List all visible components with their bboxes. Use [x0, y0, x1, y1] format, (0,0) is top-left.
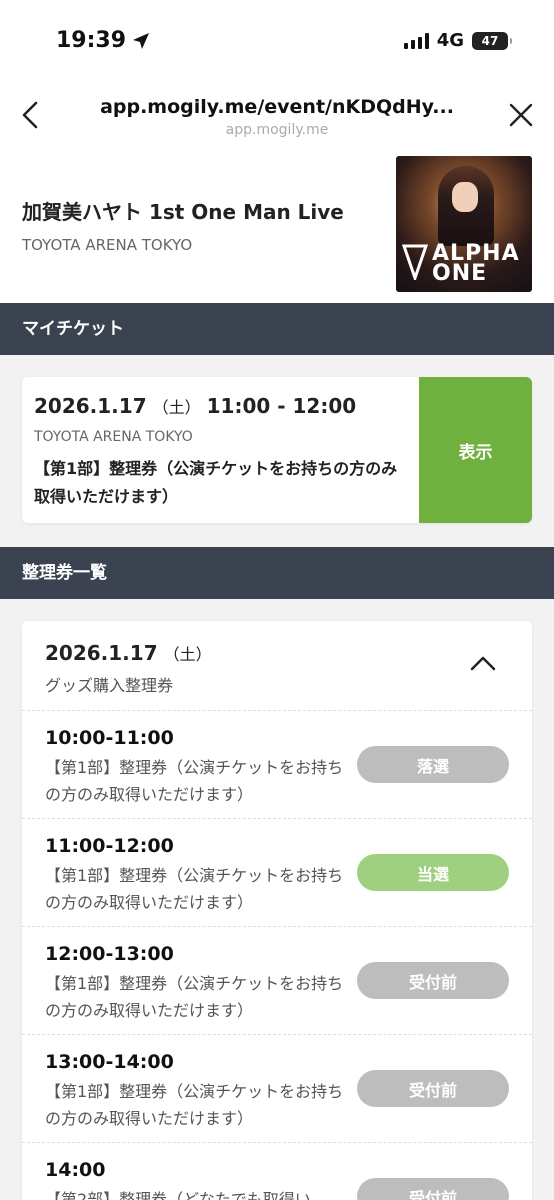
list-date-text: 2026.1.17: [45, 641, 158, 665]
status-badge: 受付前: [357, 1178, 509, 1200]
list-item[interactable]: 14:00 【第2部】整理券（どなたでも取得い 受付前: [22, 1143, 532, 1200]
battery-level: 47: [481, 33, 499, 48]
list-date: 2026.1.17 （土）: [45, 641, 212, 665]
ticket-venue: TOYOTA ARENA TOKYO: [34, 429, 193, 445]
status-indicators: 4G 47: [403, 30, 512, 51]
slot-time: 13:00-14:00: [45, 1051, 174, 1073]
browser-nav-bar: app.mogily.me/event/nKDQdHy... app.mogil…: [0, 78, 554, 150]
my-ticket-section-header: マイチケット: [0, 303, 554, 355]
host-text: app.mogily.me: [225, 122, 329, 138]
slot-description: 【第1部】整理券（公演チケットをお持ちの方のみ取得いただけます）: [45, 974, 344, 1020]
show-ticket-button[interactable]: 表示: [419, 377, 532, 523]
list-subtitle: グッズ購入整理券: [45, 676, 174, 695]
event-thumbnail[interactable]: ALPHA ONE: [396, 156, 532, 292]
close-icon[interactable]: [508, 102, 534, 128]
ticket-time: 11:00 - 12:00: [206, 394, 357, 418]
location-arrow-icon: [133, 32, 150, 49]
status-badge: 当選: [357, 854, 509, 891]
event-venue: TOYOTA ARENA TOKYO: [22, 236, 193, 254]
battery-icon: 47: [472, 31, 512, 50]
slot-time: 14:00: [45, 1159, 106, 1181]
slot-time: 11:00-12:00: [45, 835, 174, 857]
slot-description: 【第2部】整理券（どなたでも取得い: [45, 1190, 311, 1200]
slot-time: 12:00-13:00: [45, 943, 174, 965]
status-time-text: 19:39: [56, 28, 127, 53]
status-badge: 落選: [357, 746, 509, 783]
ticket-list-section-header: 整理券一覧: [0, 547, 554, 599]
slot-description: 【第1部】整理券（公演チケットをお持ちの方のみ取得いただけます）: [45, 758, 344, 804]
list-item[interactable]: 13:00-14:00 【第1部】整理券（公演チケットをお持ちの方のみ取得いただ…: [22, 1035, 532, 1143]
thumbnail-logo-line-2: ONE: [432, 261, 488, 286]
status-badge: 受付前: [357, 962, 509, 999]
status-bar: 19:39 4G 47: [0, 0, 554, 78]
thumbnail-logo: ALPHA ONE: [402, 243, 526, 286]
signal-icon: [403, 32, 429, 49]
event-title: 加賀美ハヤト 1st One Man Live: [22, 200, 344, 224]
slot-time: 10:00-11:00: [45, 727, 174, 749]
list-item[interactable]: 12:00-13:00 【第1部】整理券（公演チケットをお持ちの方のみ取得いただ…: [22, 927, 532, 1035]
status-badge: 受付前: [357, 1070, 509, 1107]
ticket-card: 2026.1.17 （土） 11:00 - 12:00 TOYOTA ARENA T…: [22, 377, 532, 523]
list-item[interactable]: 11:00-12:00 【第1部】整理券（公演チケットをお持ちの方のみ取得いただ…: [22, 819, 532, 927]
list-item[interactable]: 10:00-11:00 【第1部】整理券（公演チケットをお持ちの方のみ取得いただ…: [22, 711, 532, 819]
list-accordion-header[interactable]: 2026.1.17 （土） グッズ購入整理券: [22, 621, 532, 711]
slot-description: 【第1部】整理券（公演チケットをお持ちの方のみ取得いただけます）: [45, 866, 344, 912]
slot-description: 【第1部】整理券（公演チケットをお持ちの方のみ取得いただけます）: [45, 1082, 344, 1128]
ticket-list-card: 2026.1.17 （土） グッズ購入整理券 10:00-11:00 【第1部】整…: [22, 621, 532, 1200]
status-time: 19:39: [56, 28, 150, 53]
thumbnail-face: [452, 182, 478, 212]
chevron-up-icon[interactable]: [470, 655, 496, 671]
event-header: 加賀美ハヤト 1st One Man Live TOYOTA ARENA TOK…: [0, 150, 554, 303]
ticket-description: 【第1部】整理券（公演チケットをお持ちの方のみ取得いただけます）: [34, 459, 398, 506]
ticket-weekday: （土）: [152, 398, 201, 417]
url-text[interactable]: app.mogily.me/event/nKDQdHy...: [0, 96, 554, 118]
network-type: 4G: [436, 30, 464, 51]
list-weekday: （土）: [163, 645, 212, 664]
ticket-date: 2026.1.17: [34, 394, 147, 418]
ticket-datetime: 2026.1.17 （土） 11:00 - 12:00: [34, 394, 356, 418]
